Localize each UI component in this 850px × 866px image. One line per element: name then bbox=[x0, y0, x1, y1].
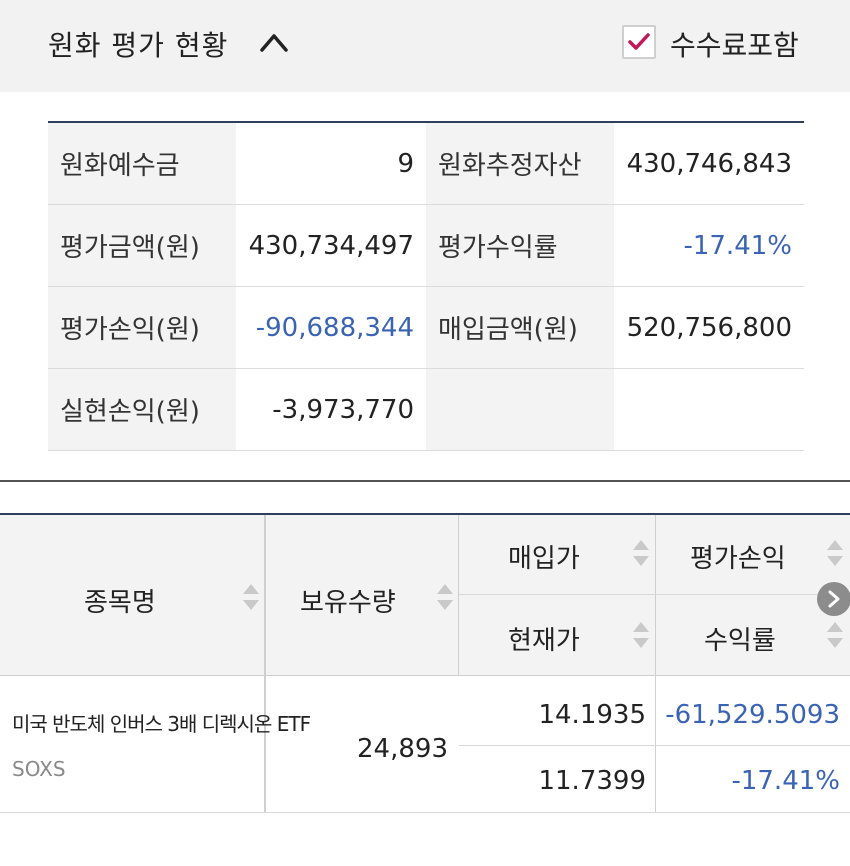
section-title: 원화 평가 현황 bbox=[48, 29, 229, 62]
chevron-up-icon bbox=[260, 34, 288, 52]
scroll-right-button[interactable] bbox=[817, 582, 850, 616]
sort-icon[interactable] bbox=[632, 538, 650, 568]
label-valuation-return: 평가수익률 bbox=[426, 205, 614, 286]
section-divider bbox=[0, 480, 850, 482]
sort-icon[interactable] bbox=[632, 620, 650, 650]
value-valuation-return: -17.41% bbox=[683, 230, 792, 261]
column-divider bbox=[458, 515, 459, 676]
col-quantity[interactable]: 보유수량 bbox=[300, 582, 396, 619]
col-valuation-pnl[interactable]: 평가손익 bbox=[690, 538, 786, 575]
value-purchase-amount: 520,756,800 bbox=[626, 312, 792, 343]
sort-icon[interactable] bbox=[826, 620, 844, 650]
sort-icon[interactable] bbox=[826, 538, 844, 568]
holding-quantity: 24,893 bbox=[357, 734, 448, 764]
label-valuation-pnl: 평가손익(원) bbox=[48, 287, 236, 368]
col-return-rate[interactable]: 수익률 bbox=[704, 620, 776, 657]
sort-icon[interactable] bbox=[242, 582, 260, 612]
row-divider bbox=[459, 745, 850, 746]
buy-price-value: 14.1935 bbox=[538, 700, 646, 730]
label-krw-estimated-assets: 원화추정자산 bbox=[426, 123, 614, 204]
label-krw-deposit: 원화예수금 bbox=[48, 123, 236, 204]
stock-name[interactable]: 미국 반도체 인버스 3배 디렉시온 ETF bbox=[12, 708, 311, 737]
current-price-value: 11.7399 bbox=[538, 766, 646, 796]
col-stock-name[interactable]: 종목명 bbox=[84, 582, 156, 619]
table-bottom-border bbox=[0, 812, 850, 813]
col-buy-price[interactable]: 매입가 bbox=[508, 538, 580, 575]
summary-row: 실현손익(원) -3,973,770 bbox=[48, 369, 804, 451]
label-valuation-amount: 평가금액(원) bbox=[48, 205, 236, 286]
krw-summary-table: 원화예수금 9 원화추정자산 430,746,843 평가금액(원) 430,7… bbox=[48, 121, 804, 451]
empty-label-cell bbox=[426, 369, 614, 450]
fee-include-checkbox[interactable] bbox=[622, 25, 656, 59]
header-row-divider bbox=[459, 594, 850, 595]
chevron-right-icon bbox=[828, 590, 840, 608]
value-realized-pnl: -3,973,770 bbox=[272, 394, 414, 425]
summary-row: 원화예수금 9 원화추정자산 430,746,843 bbox=[48, 123, 804, 205]
value-krw-deposit: 9 bbox=[397, 148, 414, 179]
column-divider bbox=[655, 515, 656, 813]
value-valuation-amount: 430,734,497 bbox=[248, 230, 414, 261]
label-realized-pnl: 실현손익(원) bbox=[48, 369, 236, 450]
label-purchase-amount: 매입금액(원) bbox=[426, 287, 614, 368]
value-valuation-pnl: -90,688,344 bbox=[255, 312, 414, 343]
return-rate-value: -17.41% bbox=[731, 766, 840, 796]
summary-row: 평가금액(원) 430,734,497 평가수익률 -17.41% bbox=[48, 205, 804, 287]
section-header: 원화 평가 현황 수수료포함 bbox=[0, 0, 850, 92]
summary-row: 평가손익(원) -90,688,344 매입금액(원) 520,756,800 bbox=[48, 287, 804, 369]
empty-value-cell bbox=[614, 369, 804, 450]
valuation-pnl-value: -61,529.5093 bbox=[665, 700, 840, 730]
fee-include-label[interactable]: 수수료포함 bbox=[670, 24, 799, 64]
col-current-price[interactable]: 현재가 bbox=[508, 620, 580, 657]
column-divider bbox=[264, 515, 266, 813]
sort-icon[interactable] bbox=[436, 582, 454, 612]
value-krw-estimated-assets: 430,746,843 bbox=[626, 148, 792, 179]
stock-ticker: SOXS bbox=[12, 757, 66, 781]
collapse-toggle[interactable] bbox=[258, 28, 290, 56]
checkmark-icon bbox=[628, 33, 650, 50]
